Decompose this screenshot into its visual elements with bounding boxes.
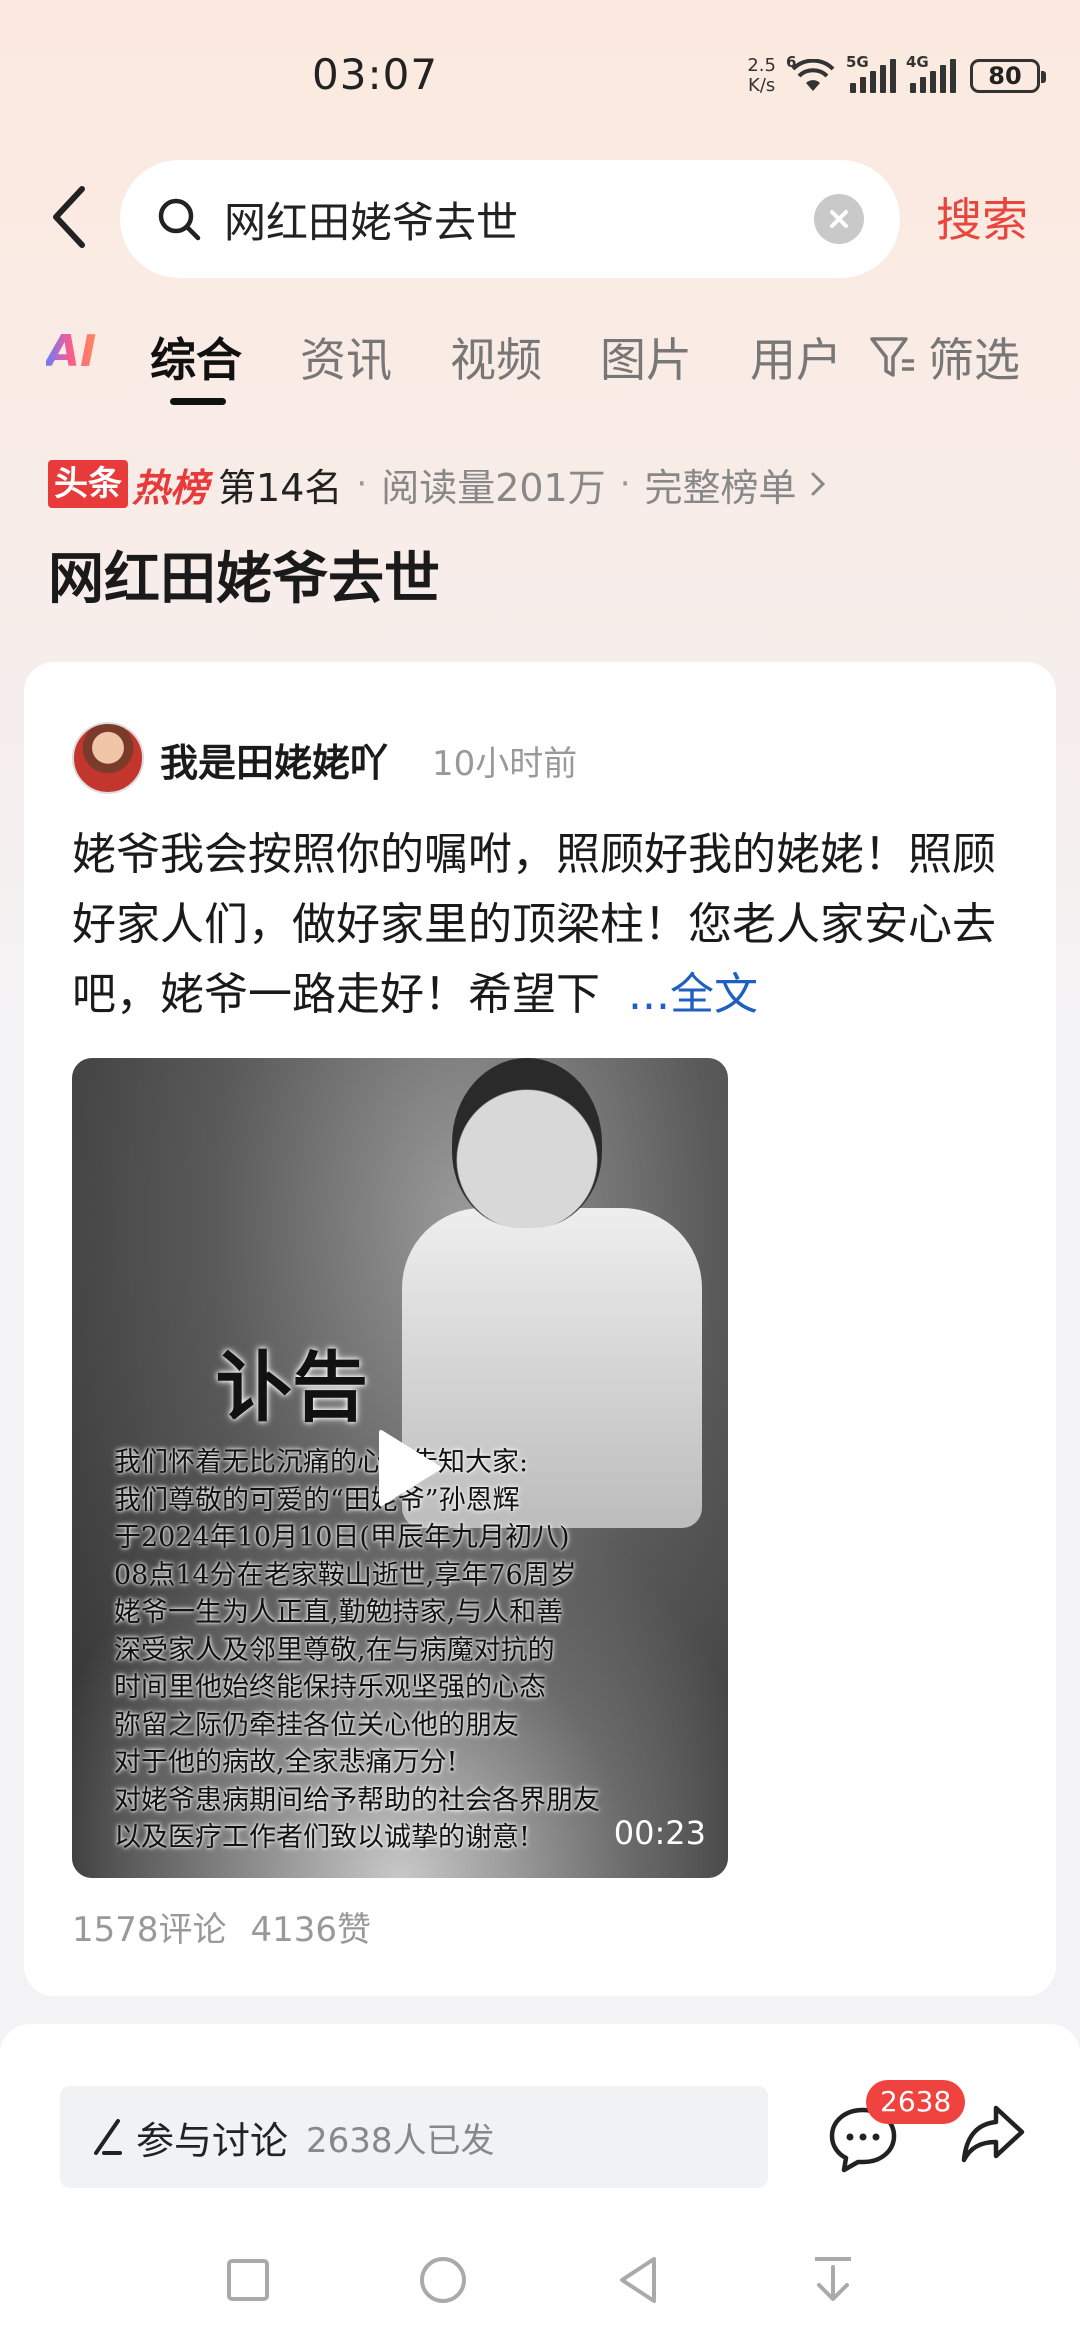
post-stats: 1578评论 4136赞 — [72, 1902, 371, 1951]
post-time: 10小时前 — [432, 744, 578, 784]
full-text-link[interactable]: ...全文 — [628, 969, 758, 1020]
hot-logo-text: 热榜 — [132, 465, 209, 510]
search-query: 网红田姥爷去世 — [224, 197, 519, 247]
battery-level: 80 — [988, 62, 1022, 90]
hot-rank-row[interactable]: 头条 热榜 第14名 · 阅读量201万 · 完整榜单 — [48, 456, 831, 512]
search-icon — [158, 198, 201, 241]
toutiao-hot-logo: 头条 热榜 — [48, 460, 208, 510]
portrait-head — [452, 1058, 602, 1228]
chevron-right-icon — [811, 472, 825, 496]
share-button[interactable] — [958, 2100, 1028, 2170]
search-input[interactable]: 网红田姥爷去世 — [120, 160, 900, 278]
back-button[interactable] — [44, 182, 96, 252]
search-tabs: AI 综合 资讯 视频 图片 用户 筛选 — [0, 318, 1080, 408]
search-submit-button[interactable]: 搜索 — [936, 184, 1028, 250]
net-speed-unit: K/s — [748, 75, 776, 96]
video-player[interactable]: 讣告 我们怀着无比沉痛的心情告知大家: 我们尊敬的可爱的“田姥爷”孙恩辉 于20… — [72, 1058, 728, 1878]
bottom-panel: 参与讨论 2638人已发 2638 — [0, 2024, 1080, 2340]
tab-video[interactable]: 视频 — [450, 324, 542, 390]
topic-title: 网红田姥爷去世 — [48, 547, 440, 612]
chevron-left-icon — [53, 186, 85, 248]
author-name[interactable]: 我是田姥姥吖 — [160, 732, 388, 787]
circle-icon — [419, 2257, 466, 2303]
recent-apps-button[interactable] — [218, 2250, 278, 2310]
hot-rank: 第14名 — [218, 465, 343, 510]
post-text[interactable]: 姥爷我会按照你的嘱咐，照顾好我的姥姥！照顾好家人们，做好家里的顶梁柱！您老人家安… — [72, 820, 1012, 1030]
system-nav-bar — [0, 2220, 1080, 2340]
close-icon — [830, 210, 848, 228]
video-duration: 00:23 — [613, 1814, 706, 1852]
home-button[interactable] — [413, 2250, 473, 2310]
discuss-input[interactable]: 参与讨论 2638人已发 — [60, 2086, 768, 2188]
full-list-link[interactable]: 完整榜单 — [645, 457, 797, 512]
tab-users[interactable]: 用户 — [750, 324, 842, 390]
wifi-label: 6 — [786, 53, 797, 71]
comment-badge: 2638 — [866, 2080, 966, 2124]
sim1-label: 5G — [846, 53, 869, 71]
nav-menu-button[interactable] — [803, 2250, 863, 2310]
discuss-label: 参与讨论 — [136, 2118, 289, 2163]
sim1-signal-icon: 5G — [846, 53, 896, 93]
net-speed-value: 2.5 — [747, 55, 776, 76]
status-bar: 03:07 2.5 K/s 6 5G 4G 80 — [0, 0, 1080, 150]
obituary-line: 时间里他始终能保持乐观坚强的心态 — [114, 1672, 546, 1703]
wifi-icon: 6 — [786, 53, 836, 93]
read-count: 阅读量201万 — [381, 465, 606, 510]
sim2-signal-icon: 4G — [906, 53, 956, 93]
play-button[interactable] — [368, 1428, 448, 1508]
status-icons: 2.5 K/s 6 5G 4G 80 — [747, 53, 1046, 96]
filter-label: 筛选 — [928, 333, 1020, 387]
obituary-line: 对于他的病故,全家悲痛万分! — [114, 1747, 458, 1778]
like-count[interactable]: 4136赞 — [251, 1910, 372, 1950]
tab-ai[interactable]: AI — [46, 326, 96, 377]
obituary-line: 深受家人及邻里尊敬,在与病魔对抗的 — [114, 1634, 555, 1666]
hot-logo-box: 头条 — [48, 460, 128, 508]
square-icon — [226, 2259, 269, 2301]
post-body: 姥爷我会按照你的嘱咐，照顾好我的姥姥！照顾好家人们，做好家里的顶梁柱！您老人家安… — [72, 829, 996, 1020]
avatar[interactable] — [72, 722, 144, 794]
status-time: 03:07 — [312, 50, 439, 99]
obituary-title: 讣告 — [216, 1343, 368, 1432]
obituary-line: 姥爷一生为人正直,勤勉持家,与人和善 — [114, 1597, 564, 1628]
filter-button[interactable]: 筛选 — [868, 324, 1020, 390]
obituary-line: 弥留之际仍牵挂各位关心他的朋友 — [114, 1709, 519, 1741]
tab-comprehensive[interactable]: 综合 — [150, 324, 242, 390]
nav-back-button[interactable] — [608, 2250, 668, 2310]
separator-dot: · — [619, 464, 631, 504]
obituary-line: 于2024年10月10日(甲辰年九月初八) — [114, 1522, 570, 1553]
play-icon — [379, 1430, 441, 1506]
filter-icon — [870, 337, 914, 377]
battery-icon: 80 — [970, 59, 1046, 93]
post-card[interactable]: 我是田姥姥吖 10小时前 姥爷我会按照你的嘱咐，照顾好我的姥姥！照顾好家人们，做… — [24, 662, 1056, 1996]
net-speed: 2.5 K/s — [747, 56, 776, 96]
pen-icon — [94, 2119, 122, 2155]
triangle-back-icon — [619, 2257, 656, 2303]
sim2-label: 4G — [906, 53, 929, 71]
share-icon — [961, 2105, 1025, 2163]
discuss-count: 2638人已发 — [306, 2120, 495, 2161]
arrow-down-bar-icon — [814, 2257, 851, 2301]
comment-count[interactable]: 1578评论 — [72, 1910, 227, 1950]
tab-news[interactable]: 资讯 — [300, 324, 392, 390]
tab-images[interactable]: 图片 — [600, 324, 692, 390]
clear-search-button[interactable] — [814, 194, 864, 244]
separator-dot: · — [356, 464, 368, 504]
obituary-line: 08点14分在老家鞍山逝世,享年76周岁 — [114, 1559, 577, 1591]
active-tab-indicator — [170, 398, 226, 405]
